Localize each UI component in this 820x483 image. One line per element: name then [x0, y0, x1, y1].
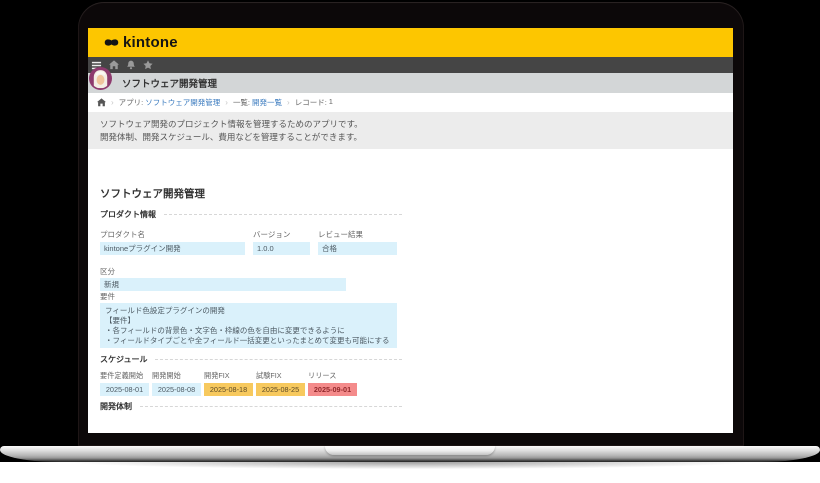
requirements-line: フィールド色設定プラグインの開発 — [105, 306, 392, 316]
category-label: 区分 — [100, 266, 115, 277]
group-product-info: プロダクト情報 — [100, 209, 402, 220]
laptop-screen-bezel: kintone ソフトウェア開発管理 — [78, 2, 744, 446]
laptop-base — [0, 446, 820, 462]
review-result-label: レビュー結果 — [318, 229, 363, 240]
dev-start-date: 2025-08-08 — [152, 383, 201, 396]
release-label: リリース — [308, 371, 336, 381]
dev-fix-label: 開発FIX — [204, 371, 230, 381]
version-value: 1.0.0 — [253, 242, 310, 255]
version-label: バージョン — [253, 229, 290, 240]
laptop-mockup-stage: kintone ソフトウェア開発管理 — [0, 0, 820, 483]
test-fix-label: 試験FIX — [256, 371, 282, 381]
group-product-label: プロダクト情報 — [100, 209, 156, 220]
requirements-start-date: 2025-08-01 — [100, 383, 149, 396]
requirements-start-label: 要件定義開始 — [100, 371, 143, 381]
dev-start-label: 開発開始 — [152, 371, 181, 381]
laptop-base-notch — [325, 446, 495, 455]
requirements-label: 要件 — [100, 291, 115, 302]
release-date: 2025-09-01 — [308, 383, 357, 396]
dev-fix-date: 2025-08-18 — [204, 383, 253, 396]
record-form: プロダクト情報 プロダクト名 バージョン レビュー結果 kintoneプラグイン… — [100, 28, 402, 433]
group-divider-line — [140, 406, 402, 407]
kintone-app-screen: kintone ソフトウェア開発管理 — [88, 28, 733, 433]
category-value: 新規 — [100, 278, 346, 291]
group-dev-team-label: 開発体制 — [100, 401, 132, 412]
group-divider-line — [155, 359, 402, 360]
group-schedule-label: スケジュール — [100, 354, 147, 365]
product-name-label: プロダクト名 — [100, 229, 145, 240]
requirements-line: ・各フィールドの背景色・文字色・枠線の色を自由に変更できるように — [105, 326, 392, 336]
test-fix-date: 2025-08-25 — [256, 383, 305, 396]
requirements-line: ・フィールドタイプごとや全フィールド一括変更といったまとめて変更も可能にする — [105, 336, 392, 346]
group-divider-line — [164, 214, 402, 215]
product-name-value: kintoneプラグイン開発 — [100, 242, 245, 255]
requirements-value: フィールド色設定プラグインの開発 【要件】 ・各フィールドの背景色・文字色・枠線… — [100, 303, 397, 348]
group-dev-team: 開発体制 — [100, 401, 402, 412]
floor-shadow — [0, 462, 820, 483]
review-result-value: 合格 — [318, 242, 397, 255]
requirements-line: 【要件】 — [105, 316, 392, 326]
group-schedule: スケジュール — [100, 354, 402, 365]
